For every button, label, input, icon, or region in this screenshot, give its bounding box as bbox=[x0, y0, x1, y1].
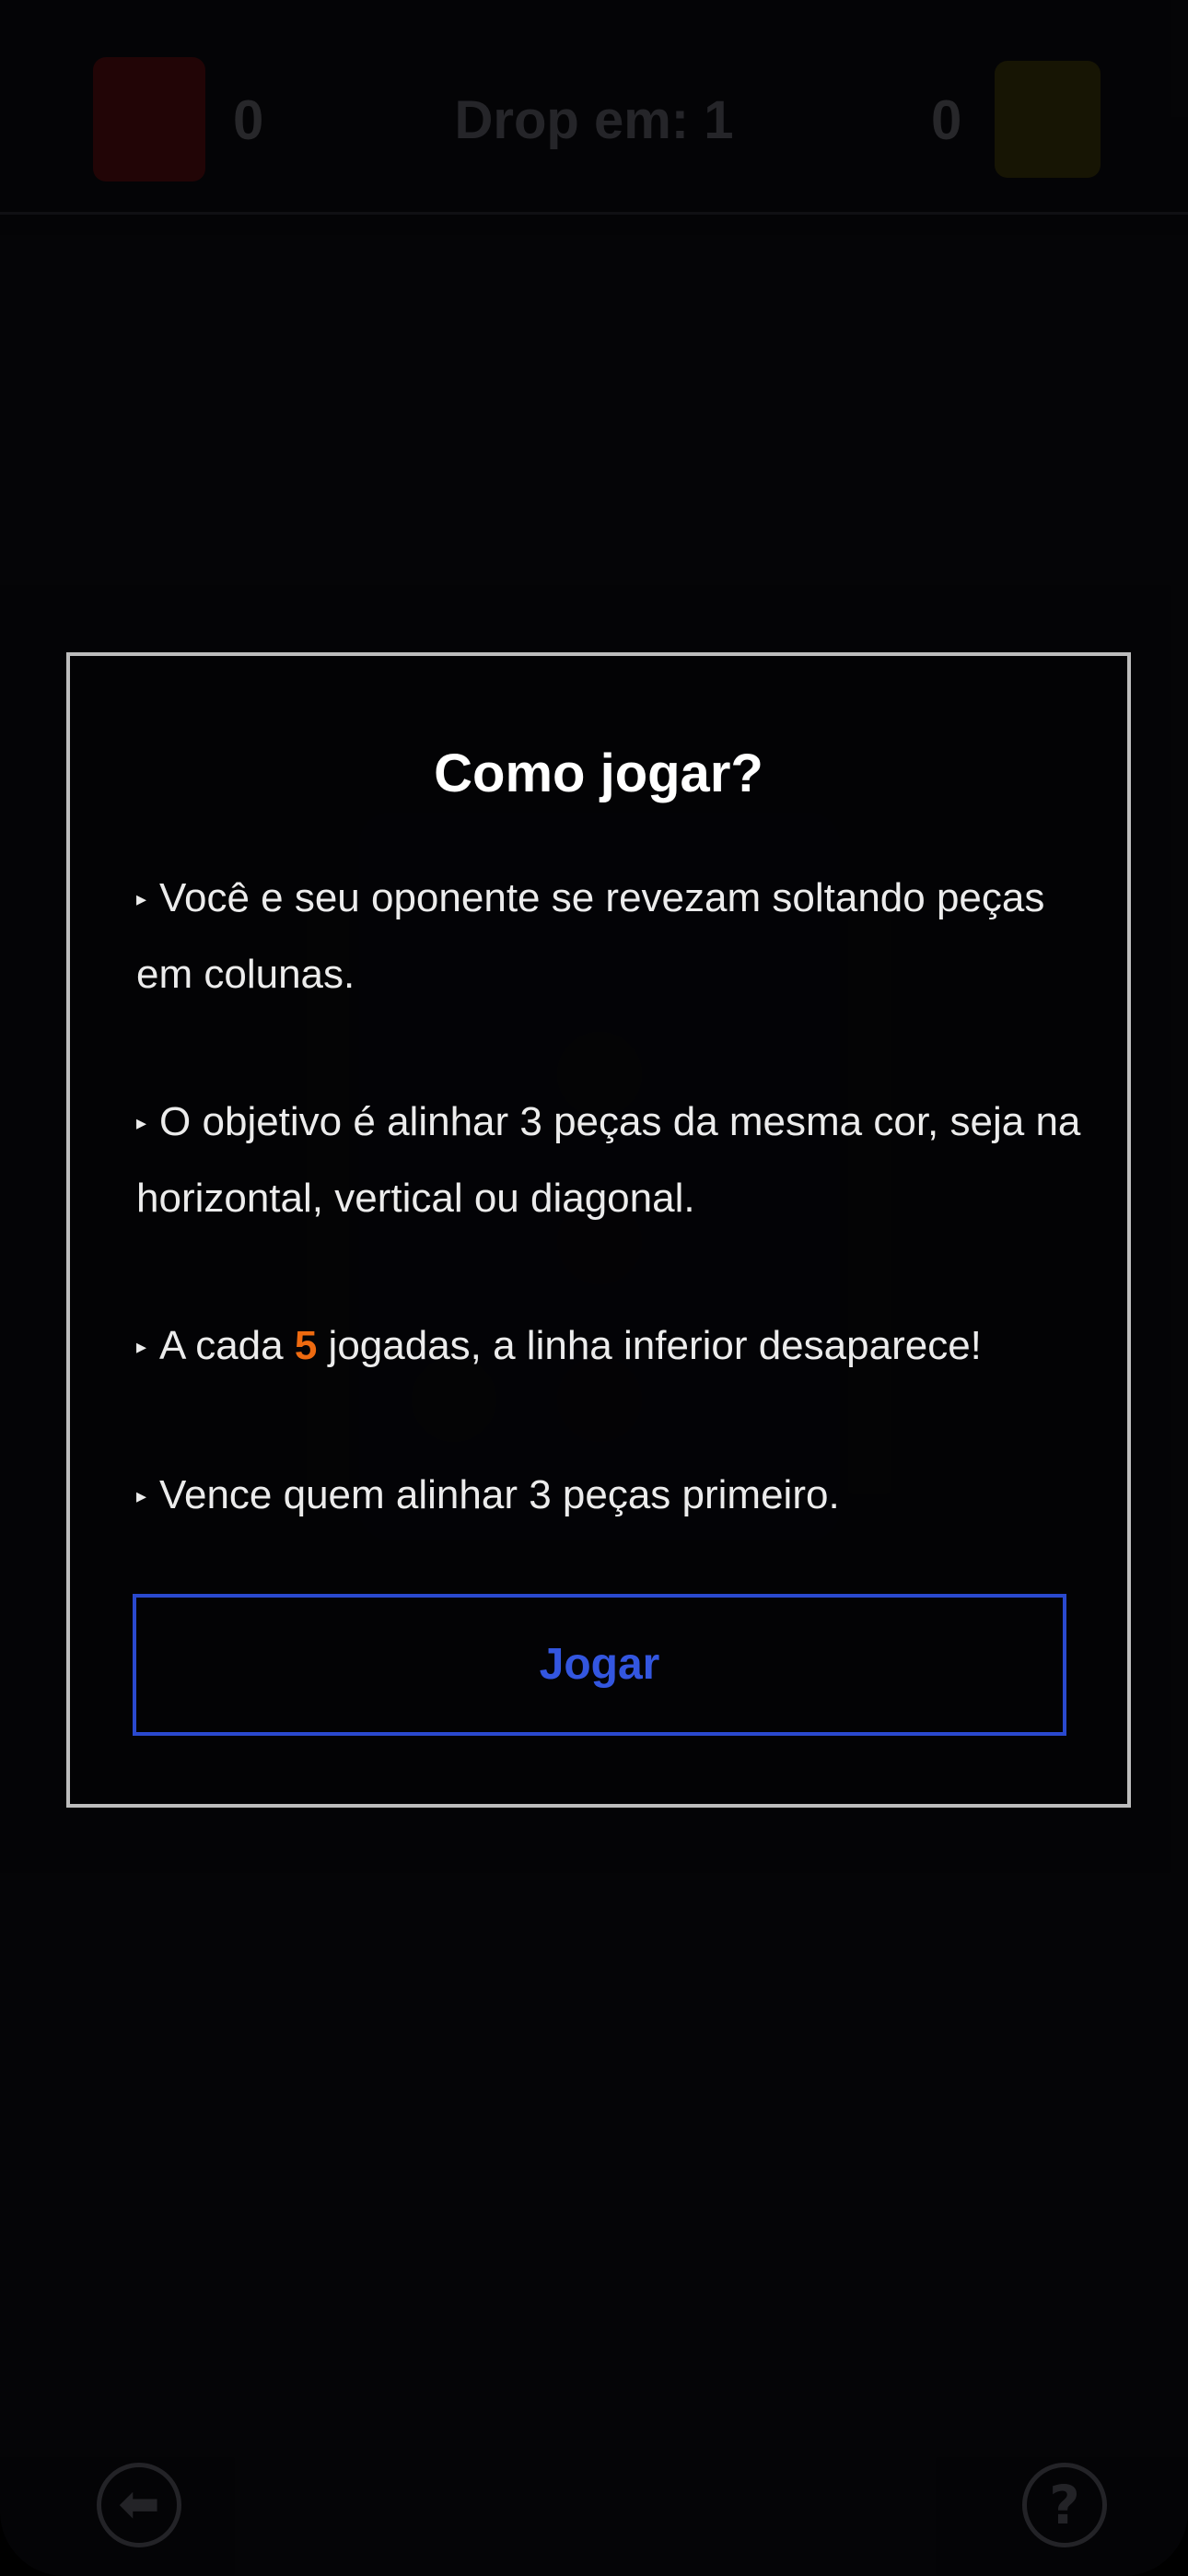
player-yellow-score: 0 bbox=[931, 89, 962, 151]
bullet-icon: ▸ bbox=[136, 1111, 147, 1134]
rule-text: A cada bbox=[159, 1323, 295, 1368]
rule-text: jogadas, a linha inferior desaparece! bbox=[317, 1323, 982, 1368]
rule-text: O objetivo é alinhar 3 peças da mesma co… bbox=[136, 1099, 1081, 1221]
bullet-icon: ▸ bbox=[136, 1484, 147, 1507]
rule-item: ▸ O objetivo é alinhar 3 peças da mesma c… bbox=[136, 1084, 1094, 1236]
rule-item: ▸ Você e seu oponente se revezam soltando… bbox=[136, 861, 1094, 1013]
player-yellow-swatch bbox=[995, 61, 1101, 178]
app-viewport: 0 Drop em: 1 0 Como jogar? ▸ Você e seu o… bbox=[0, 0, 1188, 2576]
game-screen: 0 Drop em: 1 0 Como jogar? ▸ Você e seu o… bbox=[0, 0, 1188, 2576]
bullet-icon: ▸ bbox=[136, 887, 147, 910]
rule-item: ▸ A cada 5 jogadas, a linha inferior desa… bbox=[136, 1308, 1094, 1385]
bullet-icon: ▸ bbox=[136, 1335, 147, 1358]
back-icon[interactable]: ⬅ bbox=[97, 2463, 181, 2547]
scoreboard: 0 Drop em: 1 0 bbox=[0, 0, 1188, 215]
play-button[interactable]: Jogar bbox=[133, 1594, 1066, 1736]
drop-interval-highlight: 5 bbox=[294, 1323, 318, 1368]
help-icon[interactable]: ? bbox=[1022, 2463, 1107, 2547]
rule-text: Vence quem alinhar 3 peças primeiro. bbox=[159, 1472, 840, 1517]
how-to-play-dialog: Como jogar? ▸ Você e seu oponente se reve… bbox=[66, 652, 1131, 1808]
rule-item: ▸ Vence quem alinhar 3 peças primeiro. bbox=[136, 1458, 1094, 1534]
dialog-title: Como jogar? bbox=[434, 744, 763, 803]
rule-text: Você e seu oponente se revezam soltando … bbox=[136, 875, 1045, 997]
